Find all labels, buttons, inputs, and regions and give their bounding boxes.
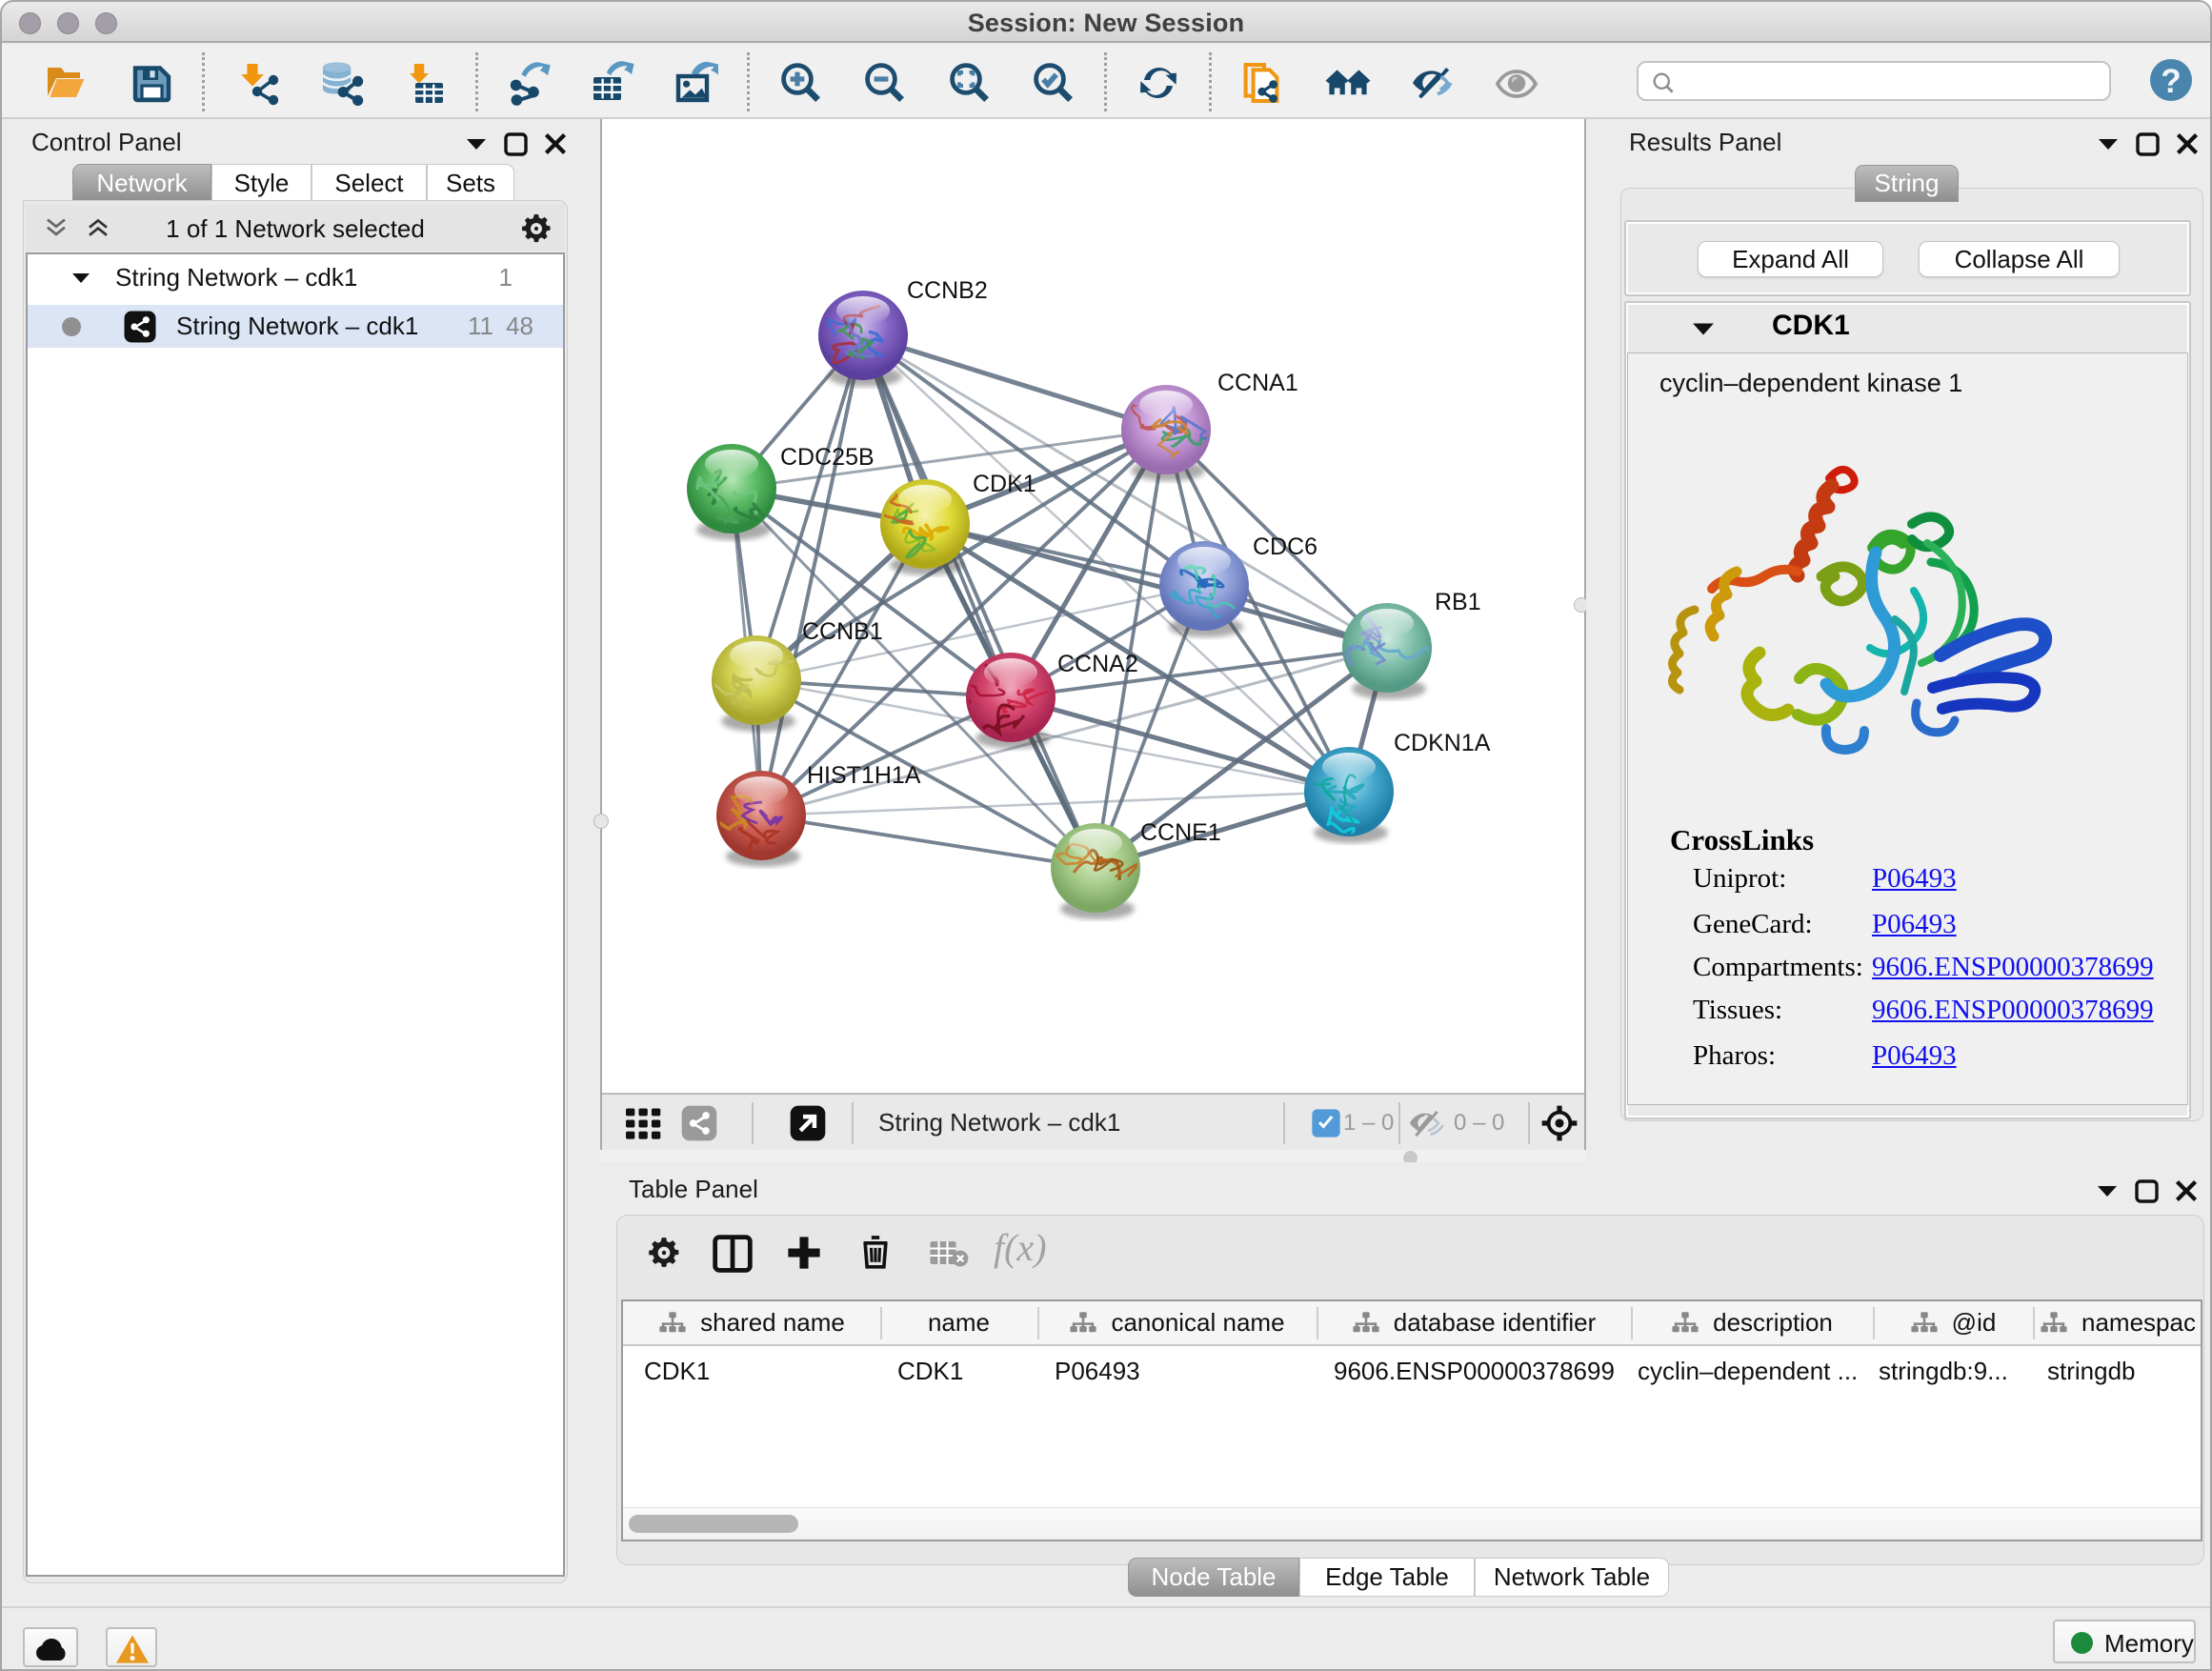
svg-text:?: ? <box>2161 63 2181 100</box>
